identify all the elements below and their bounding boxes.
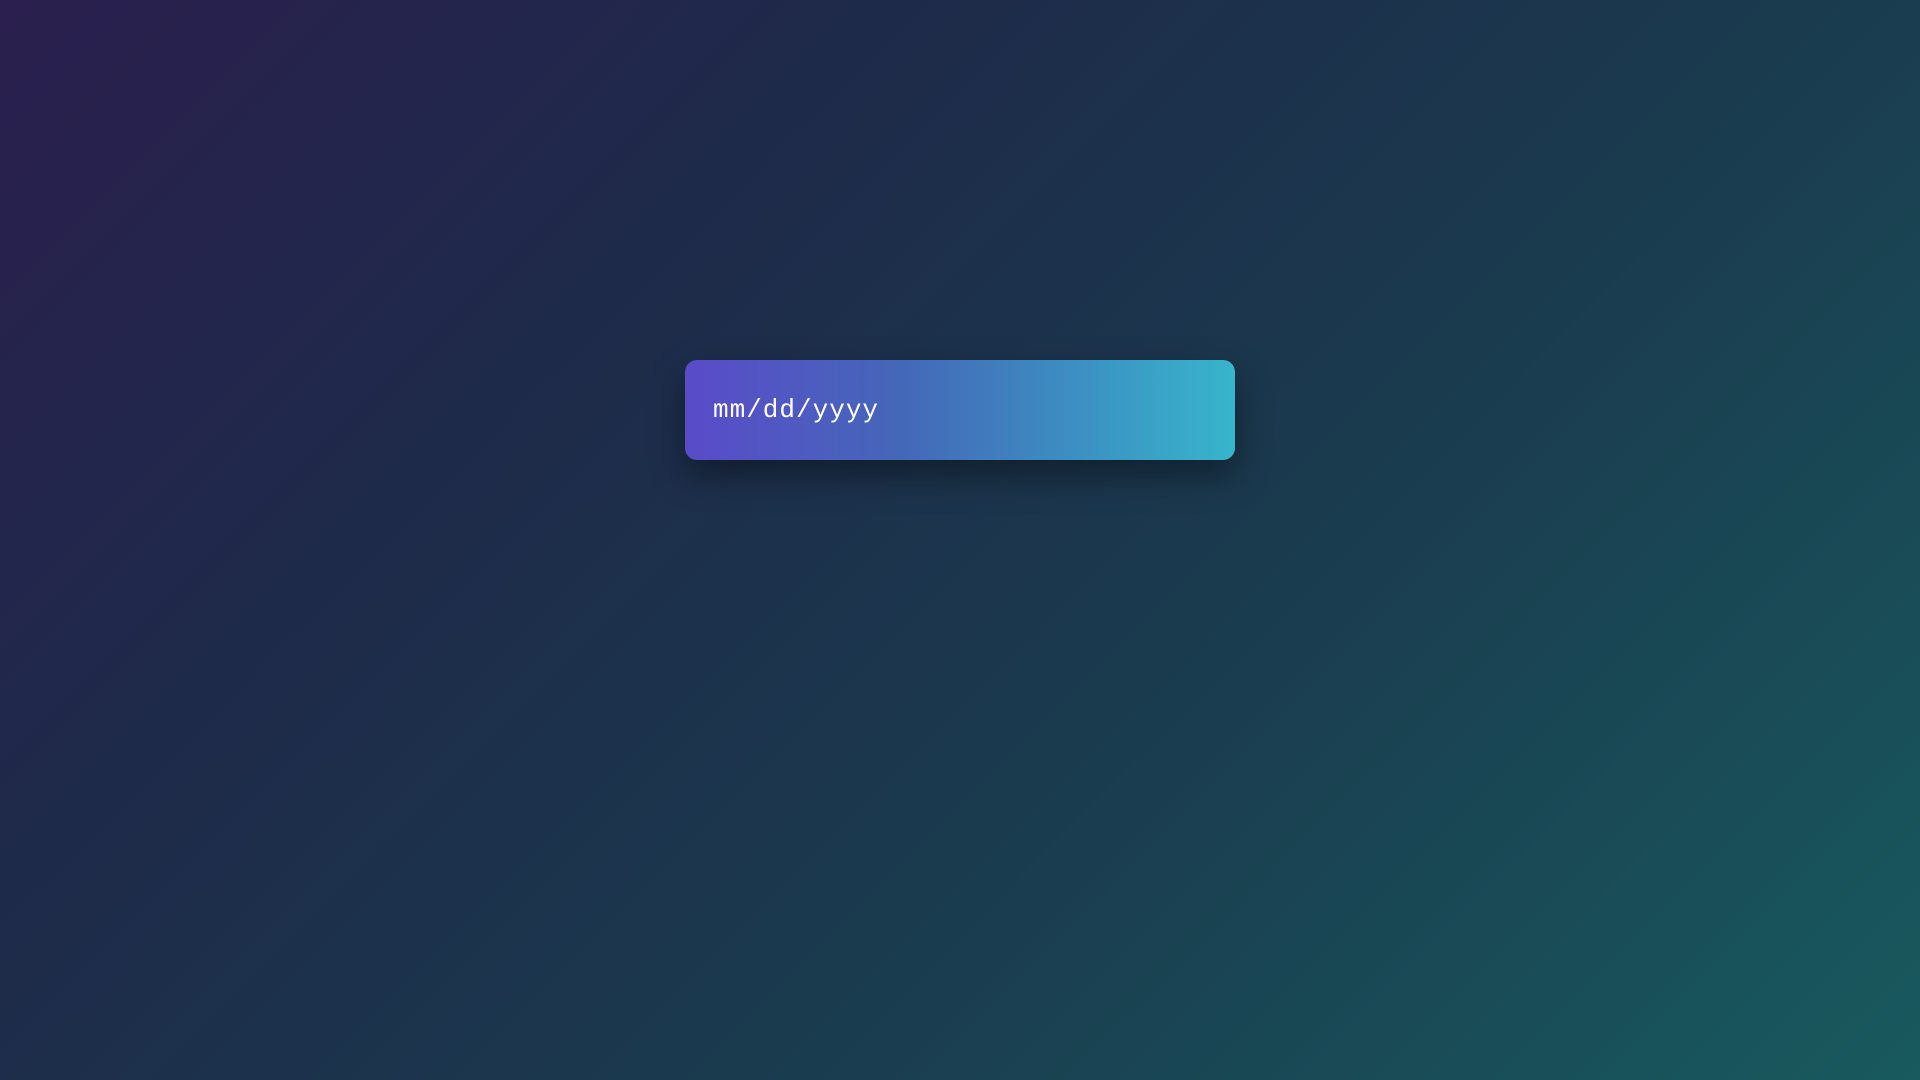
- date-input-container[interactable]: mm/dd/yyyy: [685, 360, 1235, 460]
- date-input-placeholder: mm/dd/yyyy: [713, 395, 879, 425]
